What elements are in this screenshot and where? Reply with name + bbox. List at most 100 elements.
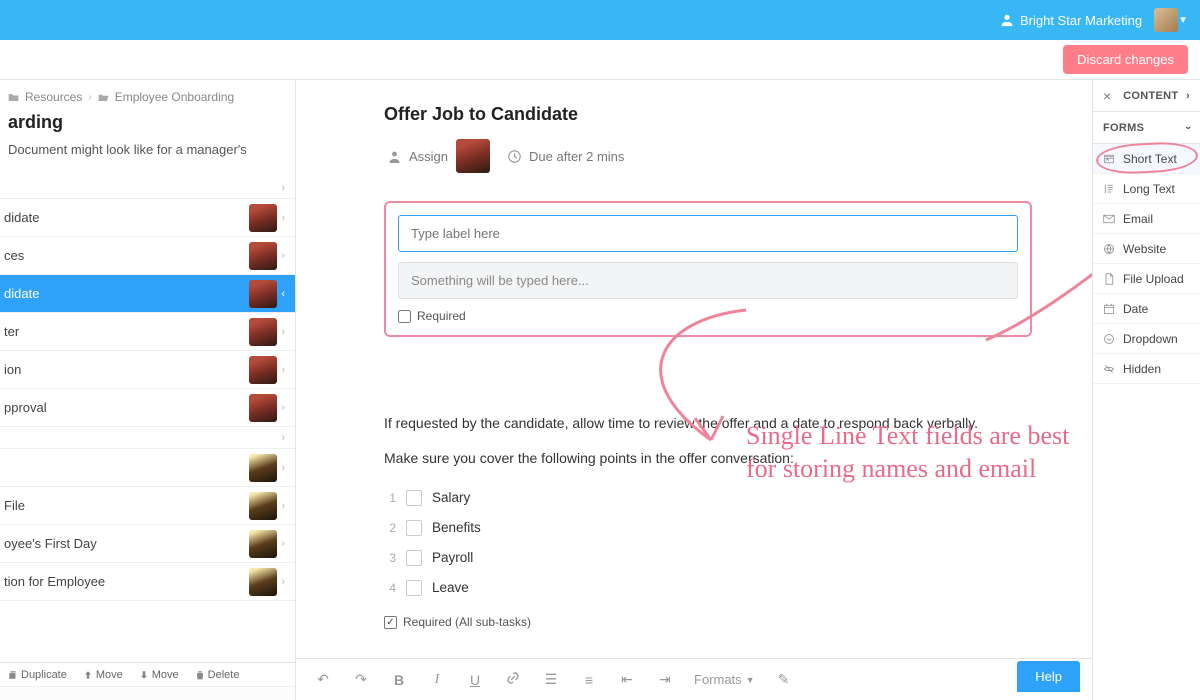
org-switcher[interactable]: Bright Star Marketing [1000, 13, 1142, 28]
field-required-toggle[interactable]: Required [398, 309, 1018, 323]
due-control[interactable]: Due after 2 mins [508, 149, 624, 164]
website-icon [1103, 243, 1115, 255]
group-icon [1000, 13, 1014, 27]
subtask-label: Benefits [432, 518, 481, 538]
org-name: Bright Star Marketing [1020, 13, 1142, 28]
field-preview-input[interactable]: Something will be typed here... [398, 262, 1018, 299]
arrow-down-icon [139, 670, 149, 680]
form-type-dropdown[interactable]: Dropdown [1093, 324, 1200, 354]
outdent-button[interactable]: ⇤ [618, 671, 636, 688]
task-label: tion for Employee [0, 574, 249, 589]
clock-icon [508, 150, 521, 163]
template-title: arding [0, 108, 295, 141]
link-button[interactable] [504, 671, 522, 688]
move-down-button[interactable]: Move [131, 669, 187, 681]
assignee-avatar [249, 568, 277, 596]
content-section-toggle[interactable]: × CONTENT › [1093, 80, 1200, 112]
assignee-avatar [249, 204, 277, 232]
task-row[interactable]: oyee's First Day› [0, 525, 295, 563]
task-row[interactable]: didate ‹ [0, 275, 295, 313]
bullet-list-button[interactable]: ☰ [542, 671, 560, 688]
task-row[interactable]: ion› [0, 351, 295, 389]
task-row[interactable]: › [0, 427, 295, 449]
task-list: ›didate›ces›didate‹ter›ion›pproval››› Fi… [0, 177, 295, 662]
task-row[interactable]: didate› [0, 199, 295, 237]
forms-section-toggle[interactable]: FORMS › [1093, 112, 1200, 144]
template-description: Document might look like for a manager's [0, 141, 295, 177]
subtask-checkbox[interactable] [406, 520, 422, 536]
folder-open-icon [98, 92, 109, 103]
task-label: didate [0, 286, 249, 301]
breadcrumb-level-2[interactable]: Employee Onboarding [115, 90, 234, 104]
task-title[interactable]: Offer Job to Candidate [384, 104, 1032, 125]
task-meta: Assign Due after 2 mins [384, 139, 1032, 173]
sidebar: Resources › Employee Onboarding arding D… [0, 80, 296, 700]
help-button[interactable]: Help [1017, 661, 1080, 692]
rich-text-toolbar: ↶ ↷ B I U ☰ ≡ ⇤ ⇥ Formats ▼ ✎ [296, 658, 1092, 700]
subtask-row[interactable]: 1Salary [384, 483, 1032, 513]
delete-button[interactable]: Delete [187, 669, 248, 681]
assignee-avatar [249, 394, 277, 422]
chevron-right-icon: › [281, 326, 285, 338]
indent-button[interactable]: ⇥ [656, 671, 674, 688]
form-type-date[interactable]: Date [1093, 294, 1200, 324]
subtask-row[interactable]: 2Benefits [384, 513, 1032, 543]
right-panel: × CONTENT › FORMS › Short TextLong TextE… [1092, 80, 1200, 700]
task-row[interactable]: › [0, 449, 295, 487]
clear-format-button[interactable]: ✎ [775, 671, 793, 688]
task-body[interactable]: If requested by the candidate, allow tim… [384, 413, 1032, 631]
email-icon [1103, 213, 1115, 225]
subtask-checkbox[interactable] [406, 490, 422, 506]
assign-control[interactable]: Assign [388, 139, 490, 173]
short-text-icon [1103, 153, 1115, 165]
form-type-email[interactable]: Email [1093, 204, 1200, 234]
chevron-right-icon: › [281, 364, 285, 376]
subtask-row[interactable]: 3Payroll [384, 543, 1032, 573]
task-row[interactable]: › [0, 177, 295, 199]
assignee-avatar [456, 139, 490, 173]
discard-changes-button[interactable]: Discard changes [1063, 45, 1188, 74]
subtask-row[interactable]: 4Leave [384, 573, 1032, 603]
task-row[interactable]: pproval› [0, 389, 295, 427]
user-avatar[interactable] [1154, 8, 1178, 32]
field-label-input[interactable] [398, 215, 1018, 252]
numbered-list-button[interactable]: ≡ [580, 672, 598, 688]
required-checkbox[interactable] [398, 310, 411, 323]
underline-button[interactable]: U [466, 672, 484, 688]
move-up-button[interactable]: Move [75, 669, 131, 681]
user-menu-caret[interactable]: ▼ [1178, 15, 1188, 26]
task-row[interactable]: tion for Employee› [0, 563, 295, 601]
task-actions-bar: Duplicate Move Move Delete [0, 662, 295, 686]
task-row[interactable]: File› [0, 487, 295, 525]
close-icon[interactable]: × [1103, 88, 1111, 104]
form-type-short-text[interactable]: Short Text [1093, 144, 1200, 174]
subtask-checkbox[interactable] [406, 580, 422, 596]
form-type-file-upload[interactable]: File Upload [1093, 264, 1200, 294]
assignee-avatar [249, 318, 277, 346]
form-type-long-text[interactable]: Long Text [1093, 174, 1200, 204]
subtask-number: 1 [384, 489, 396, 507]
italic-button[interactable]: I [428, 672, 446, 688]
chevron-right-icon: › [281, 462, 285, 474]
subtask-required-toggle[interactable]: ✓ Required (All sub-tasks) [384, 613, 1032, 631]
action-bar: Discard changes [0, 40, 1200, 80]
task-row[interactable]: ces› [0, 237, 295, 275]
chevron-left-icon: ‹ [281, 288, 285, 300]
task-label: ter [0, 324, 249, 339]
form-type-website[interactable]: Website [1093, 234, 1200, 264]
subtask-checkbox[interactable] [406, 550, 422, 566]
breadcrumb-level-1[interactable]: Resources [25, 90, 82, 104]
form-type-hidden[interactable]: Hidden [1093, 354, 1200, 384]
undo-button[interactable]: ↶ [314, 671, 332, 688]
assignee-avatar [249, 242, 277, 270]
task-row[interactable]: ter › [0, 313, 295, 351]
assignee-avatar [249, 280, 277, 308]
bold-button[interactable]: B [390, 672, 408, 688]
assignee-avatar [249, 356, 277, 384]
hidden-icon [1103, 363, 1115, 375]
formats-dropdown[interactable]: Formats ▼ [694, 672, 755, 687]
task-label: ces [0, 248, 249, 263]
chevron-right-icon: › [281, 500, 285, 512]
duplicate-button[interactable]: Duplicate [0, 669, 75, 681]
redo-button[interactable]: ↷ [352, 671, 370, 688]
